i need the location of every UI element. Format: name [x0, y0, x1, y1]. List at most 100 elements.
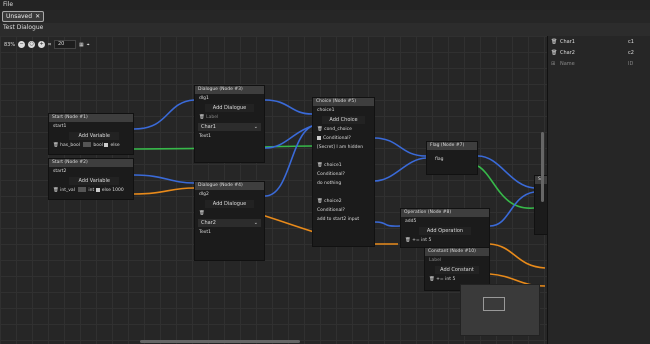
add-operation-button[interactable]: Add Operation [418, 227, 472, 235]
choice-text[interactable]: choice1 [324, 163, 341, 168]
choice-text[interactable]: cond_choice [324, 127, 352, 132]
choice-text[interactable]: do nothing [313, 179, 374, 188]
node-start-2[interactable]: Start (Node #2) start2 Add Variable 🗑 in… [48, 158, 134, 200]
variable-type[interactable]: int [88, 188, 94, 193]
node-title: Start (Node #1) [49, 114, 133, 122]
conditional-label[interactable]: Conditional? [313, 206, 374, 215]
character-id[interactable]: c2 [628, 49, 634, 58]
trash-icon[interactable]: 🗑 [551, 38, 557, 47]
menu-file-label[interactable]: File [3, 1, 13, 8]
node-title: Dialogue (Node #3) [195, 86, 264, 94]
choice-row: 🗑 cond_choice [313, 125, 374, 134]
trash-icon[interactable]: 🗑 [405, 238, 411, 243]
node-choice-5[interactable]: Choice (Node #5) choice1 Add Choice 🗑 co… [312, 97, 375, 247]
checkbox[interactable] [317, 135, 321, 140]
dialogue-text[interactable]: Text1 [195, 132, 264, 141]
trash-icon[interactable]: 🗑 [317, 199, 323, 204]
node-dialogue-4[interactable]: Dialogue (Node #4) dlg2 Add Dialogue 🗑 C… [194, 181, 265, 261]
node-title: Flag (Node #7) [427, 142, 477, 150]
node-id[interactable]: dlg2 [195, 190, 264, 199]
label-row: 🗑 [195, 209, 264, 218]
character-panel: 🗑 Char1 c1 🗑 Char2 c2 ⊞ Name ID [547, 36, 650, 344]
type-select-icon[interactable] [83, 142, 92, 147]
operation-row: 🗑 += int 5 [401, 236, 489, 245]
variable-name[interactable]: int_val [60, 188, 75, 193]
node-id[interactable]: start1 [49, 122, 133, 131]
add-variable-button[interactable]: Add Variable [69, 132, 120, 140]
node-id[interactable]: dlg1 [195, 94, 264, 103]
dialogue-text[interactable]: Text1 [195, 228, 264, 237]
trash-icon[interactable]: 🗑 [317, 163, 323, 168]
trash-icon[interactable]: 🗑 [317, 127, 323, 132]
variable-value[interactable]: 1000 [112, 188, 123, 193]
variable-name[interactable]: has_bool [60, 143, 80, 148]
flag-value[interactable]: flag [427, 155, 477, 164]
character-select[interactable]: Char2 ⌄ [198, 219, 261, 227]
trash-icon[interactable]: 🗑 [429, 277, 435, 282]
trash-icon[interactable]: 🗑 [551, 49, 557, 58]
add-icon[interactable]: ⊞ [551, 60, 555, 69]
operation-value[interactable]: 5 [428, 238, 431, 243]
node-start-1[interactable]: Start (Node #1) start1 Add Variable 🗑 ha… [48, 113, 134, 155]
trash-icon[interactable]: 🗑 [199, 115, 205, 120]
trash-icon[interactable]: 🗑 [53, 143, 59, 148]
choice-row: 🗑 choice1 [313, 161, 374, 170]
node-id[interactable]: add5 [401, 217, 489, 226]
character-row-new[interactable]: ⊞ Name ID [548, 60, 650, 69]
graph-canvas[interactable]: 83% − ○ + ⌗ 20 ▦ ⌖ Start (Node #1) start… [0, 36, 547, 344]
character-name-placeholder[interactable]: Name [560, 60, 575, 69]
add-choice-button[interactable]: Add Choice [322, 116, 365, 124]
tab-unsaved[interactable]: Unsaved ✕ [2, 11, 45, 22]
operator[interactable]: += [412, 238, 420, 243]
conditional-label[interactable]: Conditional? [313, 170, 374, 179]
document-title: Test Dialogue [3, 24, 44, 31]
trash-icon[interactable]: 🗑 [53, 188, 59, 193]
constant-type[interactable]: int [445, 277, 451, 282]
else-label: else [101, 188, 111, 193]
checkbox[interactable] [104, 142, 109, 147]
type-select-icon[interactable] [78, 187, 87, 192]
add-variable-button[interactable]: Add Variable [69, 177, 120, 185]
node-operation-8[interactable]: Operation (Node #8) add5 Add Operation 🗑… [400, 208, 490, 248]
label-field[interactable]: Label [425, 256, 489, 265]
character-name[interactable]: Char2 [560, 49, 575, 58]
character-row-2[interactable]: 🗑 Char2 c2 [548, 49, 650, 58]
node-id[interactable]: choice1 [313, 106, 374, 115]
close-icon[interactable]: ✕ [35, 13, 40, 20]
trash-icon[interactable]: 🗑 [199, 211, 205, 216]
character-value: Char2 [201, 220, 216, 226]
operator[interactable]: += [436, 277, 444, 282]
constant-value[interactable]: 5 [452, 277, 455, 282]
choice-row: 🗑 choice2 [313, 197, 374, 206]
character-id[interactable]: c1 [628, 38, 634, 47]
vertical-scrollbar[interactable] [541, 132, 544, 202]
node-title: Constant (Node #10) [425, 248, 489, 256]
operation-type[interactable]: int [421, 238, 427, 243]
choice-text[interactable]: choice2 [324, 199, 341, 204]
choice-text[interactable]: add to start2 input [313, 215, 374, 224]
node-flag-7[interactable]: Flag (Node #7) flag [426, 141, 478, 175]
choice-text[interactable]: [Secret] I am hidden [313, 143, 374, 152]
minimap-viewport [483, 297, 505, 311]
checkbox[interactable] [95, 187, 100, 192]
chevron-down-icon: ⌄ [253, 124, 258, 130]
add-dialogue-button[interactable]: Add Dialogue [205, 104, 254, 112]
label-row: 🗑 Label [195, 113, 264, 122]
menu-file[interactable]: File [0, 0, 650, 10]
minimap[interactable] [460, 284, 540, 336]
horizontal-scrollbar[interactable] [140, 340, 300, 343]
else-label: else [110, 143, 120, 148]
node-id[interactable]: start2 [49, 167, 133, 176]
label-field[interactable]: Label [206, 115, 218, 120]
character-select[interactable]: Char1 ⌄ [198, 123, 261, 131]
character-name[interactable]: Char1 [560, 38, 575, 47]
character-row-1[interactable]: 🗑 Char1 c1 [548, 38, 650, 47]
add-constant-button[interactable]: Add Constant [434, 266, 480, 274]
node-dialogue-3[interactable]: Dialogue (Node #3) dlg1 Add Dialogue 🗑 L… [194, 85, 265, 163]
character-value: Char1 [201, 124, 216, 130]
add-dialogue-button[interactable]: Add Dialogue [205, 200, 254, 208]
character-id-placeholder[interactable]: ID [628, 60, 633, 69]
variable-type[interactable]: bool [93, 143, 103, 148]
